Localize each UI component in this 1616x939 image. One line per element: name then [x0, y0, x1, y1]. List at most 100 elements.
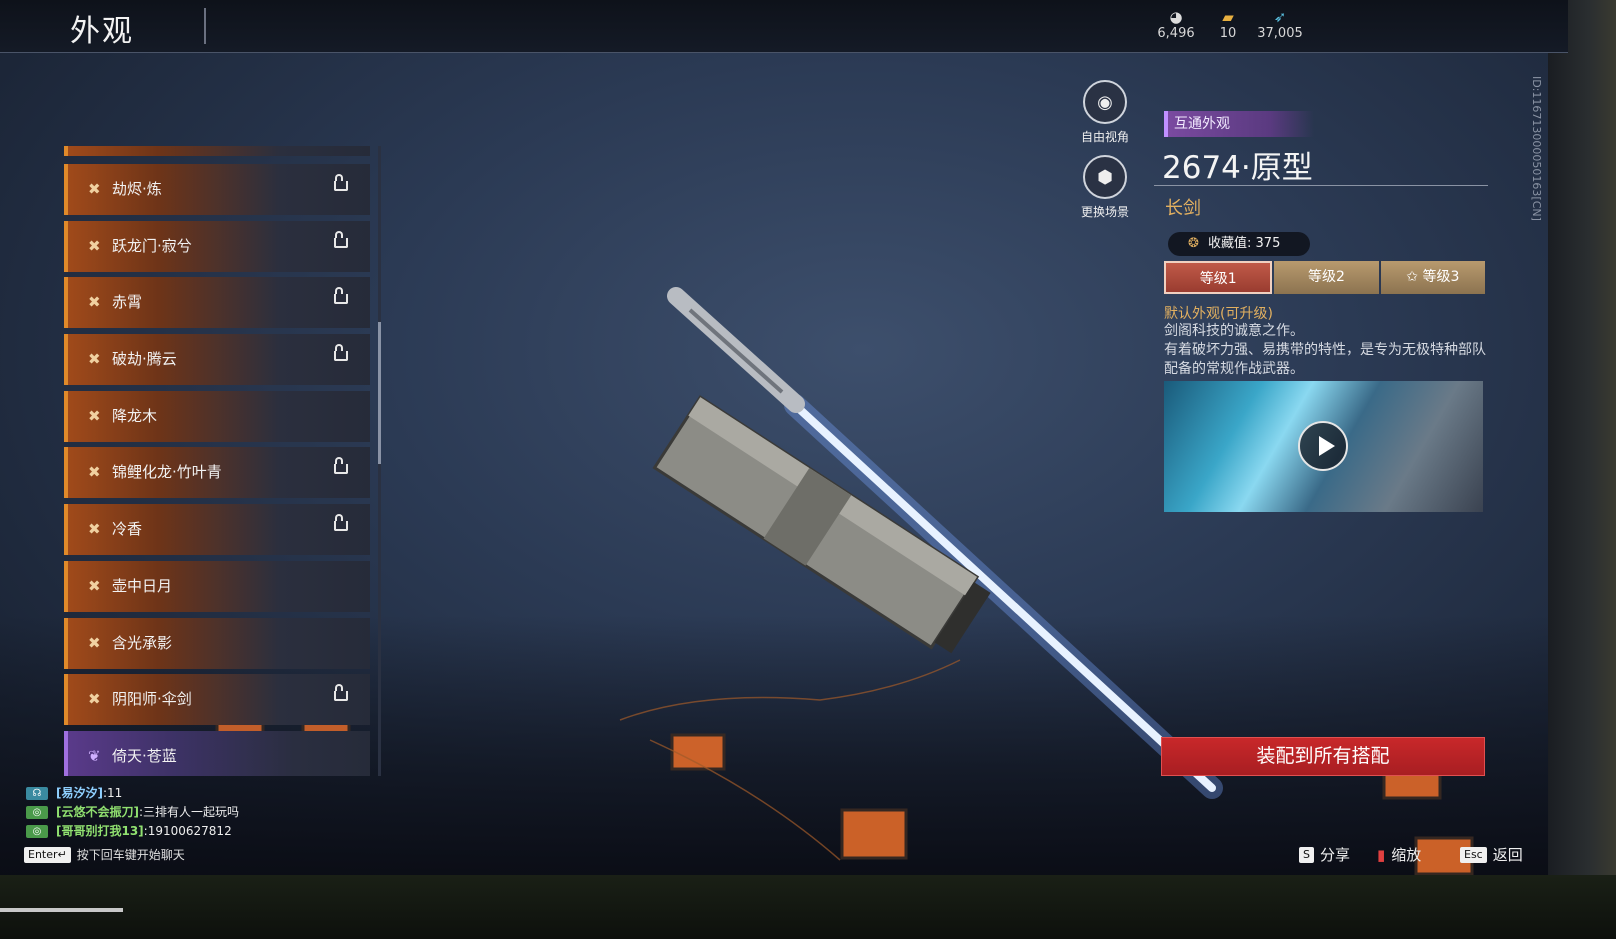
chat-sender[interactable]: [易汐汐]	[56, 784, 103, 803]
collection-label: 收藏值:	[1208, 236, 1252, 251]
chat-sender[interactable]: [云悠不会振刀]	[56, 803, 139, 822]
list-item-label: 冷香	[112, 520, 143, 539]
title-divider	[204, 8, 206, 44]
list-item[interactable]: ✖ 锦鲤化龙·竹叶青	[64, 447, 370, 499]
list-item[interactable]: ✖ 劫烬·炼	[64, 164, 370, 215]
item-name: 2674·原型	[1162, 150, 1313, 186]
lock-icon	[334, 684, 348, 702]
mouse-icon: ▮	[1377, 845, 1386, 864]
list-item[interactable]: ✖ 破劫·腾云	[64, 334, 370, 386]
list-item-partial[interactable]	[64, 146, 370, 156]
rarity-icon: ✖	[88, 576, 101, 595]
list-item-label: 赤霄	[112, 293, 143, 312]
rarity-icon: ✖	[88, 350, 101, 369]
rarity-icon: ✖	[88, 633, 101, 652]
chat-message: ☊ [易汐汐] :11	[26, 784, 239, 803]
s-key: S	[1299, 846, 1314, 863]
page-title: 外观	[70, 14, 134, 49]
rarity-icon: ✖	[88, 293, 101, 312]
list-item[interactable]: ✖ 跃龙门·寂兮	[64, 220, 370, 272]
list-item-label: 劫烬·炼	[112, 180, 162, 198]
collection-icon: ❂	[1188, 236, 1199, 251]
zoom-label: 缩放	[1391, 846, 1422, 864]
rarity-icon: ✖	[88, 520, 101, 539]
description: 剑阁科技的诚意之作。 有着破坏力强、易携带的特性，是专为无极特种部队配备的常规作…	[1164, 322, 1494, 379]
lock-icon	[334, 514, 348, 532]
team-channel-icon: ☊	[26, 787, 48, 800]
change-scene-label: 更换场景	[1080, 205, 1129, 219]
list-item-label: 锦鲤化龙·竹叶青	[112, 463, 222, 482]
feather-icon: ➶	[1273, 8, 1287, 26]
rarity-icon: ✖	[88, 180, 101, 198]
share-shortcut[interactable]: S 分享	[1299, 844, 1350, 865]
list-item-label: 降龙木	[112, 406, 158, 425]
collection-number: 375	[1255, 236, 1281, 251]
item-type: 长剑	[1165, 198, 1201, 219]
rarity-icon: ❦	[88, 746, 101, 765]
description-title: 默认外观(可升级)	[1164, 306, 1273, 322]
change-scene-button[interactable]: ⬢ 更换场景	[1070, 155, 1140, 220]
tier-3-label: 等级3	[1422, 269, 1460, 285]
play-icon[interactable]	[1298, 421, 1348, 471]
lock-icon	[334, 457, 348, 475]
game-viewport: 外观 ◕ 6,496 ▰ 10 ➶ 37,005 ID:116713000050…	[0, 0, 1568, 875]
back-shortcut[interactable]: Esc 返回	[1460, 844, 1523, 865]
list-item-label: 跃龙门·寂兮	[112, 236, 192, 255]
player-id: ID:116713000050163[CN]	[1530, 76, 1543, 221]
crossplay-tag: 互通外观	[1164, 111, 1314, 137]
currency-eye-token: ◕ 6,496	[1151, 8, 1201, 41]
chat-message: ◎ [哥哥别打我13] :19100627812	[26, 822, 239, 841]
rarity-icon: ✖	[88, 236, 101, 255]
lock-icon	[334, 344, 348, 362]
list-item[interactable]: ✖ 赤霄	[64, 277, 370, 329]
description-line: 剑阁科技的诚意之作。	[1164, 323, 1304, 339]
currency-feather: ➶ 37,005	[1255, 8, 1305, 41]
world-channel-icon: ◎	[26, 806, 48, 819]
list-item[interactable]: ✖ 降龙木	[64, 390, 370, 442]
list-item[interactable]: ✖ 壶中日月	[64, 560, 370, 612]
free-view-label: 自由视角	[1080, 130, 1129, 144]
esc-key: Esc	[1460, 846, 1487, 863]
chat-message: ◎ [云悠不会振刀] :三排有人一起玩吗	[26, 803, 239, 822]
eye-token-icon: ◕	[1169, 8, 1183, 26]
back-label: 返回	[1492, 846, 1523, 864]
tab-tier-3[interactable]: ✩ 等级3	[1380, 261, 1485, 294]
list-scroll-thumb[interactable]	[378, 322, 381, 464]
chat-text: :19100627812	[143, 824, 232, 838]
list-item-label: 破劫·腾云	[112, 350, 177, 369]
chat-hint[interactable]: Enter↵ 按下回车键开始聊天	[24, 846, 185, 863]
tier-tabs: 等级1 等级2 ✩ 等级3	[1164, 261, 1487, 294]
tab-tier-1[interactable]: 等级1	[1164, 261, 1273, 294]
list-item[interactable]: ❦ 倚天·苍蓝	[64, 730, 370, 776]
share-label: 分享	[1319, 846, 1350, 864]
tab-tier-2[interactable]: 等级2	[1274, 261, 1379, 294]
rarity-icon: ✖	[88, 406, 101, 425]
free-view-button[interactable]: ◉ 自由视角	[1070, 80, 1140, 145]
desktop-strip	[0, 875, 1616, 939]
preview-video[interactable]	[1164, 381, 1483, 512]
list-item[interactable]: ✖ 冷香	[64, 504, 370, 556]
collection-value: ❂ 收藏值: 375	[1168, 232, 1310, 256]
enter-key: Enter↵	[24, 846, 71, 863]
zoom-shortcut[interactable]: ▮ 缩放	[1377, 844, 1421, 865]
chat-log: ☊ [易汐汐] :11 ◎ [云悠不会振刀] :三排有人一起玩吗 ◎ [哥哥别打…	[26, 784, 239, 841]
list-item[interactable]: ✖ 含光承影	[64, 617, 370, 669]
currency-ticket: ▰ 10	[1203, 8, 1253, 41]
list-item-label: 含光承影	[112, 633, 173, 652]
chat-text: :11	[102, 786, 123, 800]
equip-all-button[interactable]: 装配到所有搭配	[1161, 737, 1485, 776]
list-item[interactable]: ✖ 阴阳师·伞剑	[64, 674, 370, 726]
lock-icon	[334, 287, 348, 305]
chat-sender[interactable]: [哥哥别打我13]	[56, 822, 144, 841]
currency-value: 37,005	[1257, 26, 1303, 41]
world-channel-icon: ◎	[26, 825, 48, 838]
rarity-icon: ✖	[88, 463, 101, 482]
cube-icon: ⬢	[1083, 155, 1127, 199]
ticket-icon: ▰	[1222, 8, 1234, 26]
name-divider	[1154, 185, 1488, 186]
top-bar: 外观 ◕ 6,496 ▰ 10 ➶ 37,005	[0, 0, 1568, 53]
lock-icon	[334, 230, 348, 248]
skin-list[interactable]: ✖ 劫烬·炼 ✖ 跃龙门·寂兮 ✖ 赤霄 ✖ 破劫·腾云 ✖ 降龙木 ✖ 锦鲤化龙·竹叶青 ✖ 冷香 ✖ 壶中…	[64, 146, 370, 776]
description-line: 有着破坏力强、易携带的特性，是专为无极特种部队配备的常规作战武器。	[1164, 342, 1486, 377]
camera-icon: ◉	[1083, 80, 1127, 124]
